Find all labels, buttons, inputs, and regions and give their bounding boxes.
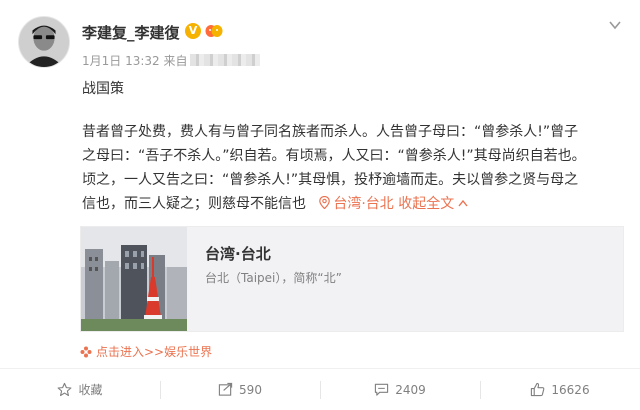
weibo-post-card: 李建复_李建復 V 1月1日 13:32 来自 战国策 昔者曾子处费，费人有与曾… bbox=[0, 0, 640, 410]
location-name: 台湾·台北 bbox=[205, 245, 271, 263]
location-card[interactable]: 台湾·台北 台北（Taipei），简称“北” bbox=[80, 226, 624, 332]
post-timestamp[interactable]: 1月1日 13:32 bbox=[82, 54, 160, 68]
username[interactable]: 李建复_李建復 bbox=[82, 22, 180, 43]
repost-count: 590 bbox=[239, 382, 262, 397]
flower-icon bbox=[80, 346, 92, 358]
source-link[interactable]: 点击进入>>娱乐世界 bbox=[80, 343, 212, 360]
collapse-button[interactable]: 收起全文 bbox=[398, 196, 468, 212]
like-count: 16626 bbox=[551, 382, 590, 397]
body-line-last: 信也，而三人疑之；则慈母不能信也 台湾·台北 收起全文 bbox=[82, 192, 630, 216]
repost-button[interactable]: 590 bbox=[160, 369, 320, 410]
favorite-button[interactable]: 收藏 bbox=[0, 369, 160, 410]
location-description: 台北（Taipei），简称“北” bbox=[205, 271, 342, 285]
source-link-text: 点击进入>>娱乐世界 bbox=[96, 345, 213, 359]
inline-location-text: 台湾·台北 bbox=[333, 196, 394, 212]
post-title: 战国策 bbox=[82, 81, 124, 97]
collapse-label: 收起全文 bbox=[398, 196, 455, 212]
repost-icon bbox=[218, 382, 233, 396]
chevron-up-icon bbox=[458, 199, 468, 207]
thumbs-up-icon bbox=[531, 382, 545, 397]
comment-count: 2409 bbox=[395, 382, 426, 397]
like-button[interactable]: 16626 bbox=[480, 369, 640, 410]
post-source-label: 来自 bbox=[163, 54, 188, 68]
vip-member-icon[interactable] bbox=[205, 24, 223, 38]
inline-location-link[interactable]: 台湾·台北 bbox=[306, 195, 394, 212]
blurred-source bbox=[189, 54, 260, 66]
favorite-label: 收藏 bbox=[78, 383, 103, 397]
star-icon bbox=[58, 382, 72, 397]
body-line: 之母曰：“吾子不杀人。”织自若。有顷焉，人又曰：“曾参杀人!”其母尚织自若也。 bbox=[82, 148, 586, 164]
body-line-text: 信也，而三人疑之；则慈母不能信也 bbox=[82, 196, 306, 212]
chevron-down-icon[interactable] bbox=[608, 18, 622, 32]
comment-button[interactable]: 2409 bbox=[320, 369, 480, 410]
post-body: 昔者曾子处费，费人有与曾子同名族者而杀人。人告曾子母曰：“曾参杀人!”曾子 之母… bbox=[82, 120, 630, 216]
body-line: 昔者曾子处费，费人有与曾子同名族者而杀人。人告曾子母曰：“曾参杀人!”曾子 bbox=[82, 124, 579, 140]
map-pin-icon bbox=[319, 195, 331, 210]
body-line: 顷之，一人又告之曰：“曾参杀人!”其母惧，投杼逾墙而走。夫以曾参之贤与母之 bbox=[82, 172, 579, 188]
verified-badge-icon: V bbox=[185, 23, 201, 39]
comment-icon bbox=[375, 383, 389, 396]
action-bar: 收藏 590 2409 16626 bbox=[0, 369, 640, 410]
avatar[interactable] bbox=[18, 16, 70, 68]
location-thumbnail bbox=[81, 227, 187, 331]
post-meta: 1月1日 13:32 来自 bbox=[82, 52, 260, 69]
